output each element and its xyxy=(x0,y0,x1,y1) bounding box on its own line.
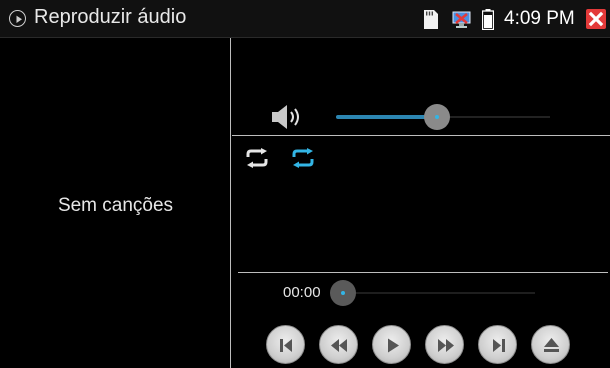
previous-icon xyxy=(280,339,292,352)
play-icon xyxy=(388,338,399,353)
playlist-panel: Sem canções xyxy=(0,38,231,368)
empty-playlist-text: Sem canções xyxy=(57,195,174,216)
rewind-icon xyxy=(331,339,347,352)
fast-forward-icon xyxy=(438,339,454,352)
battery-icon xyxy=(481,9,495,31)
play-button[interactable] xyxy=(372,325,411,364)
sd-card-icon xyxy=(424,10,438,29)
repeat-icon[interactable] xyxy=(244,148,270,168)
play-circle-icon xyxy=(9,10,26,27)
eject-icon xyxy=(544,338,559,352)
repeat-all-icon[interactable] xyxy=(290,148,316,168)
eject-button[interactable] xyxy=(531,325,570,364)
network-disconnected-icon xyxy=(451,11,473,29)
previous-button[interactable] xyxy=(266,325,305,364)
repeat-modes xyxy=(232,136,610,272)
current-time: 00:00 xyxy=(283,284,321,301)
fast-forward-button[interactable] xyxy=(425,325,464,364)
next-button[interactable] xyxy=(478,325,517,364)
volume-section xyxy=(232,38,610,136)
transport-controls xyxy=(266,325,576,365)
clock: 4:09 PM xyxy=(504,8,575,29)
close-icon xyxy=(588,11,604,27)
speaker-icon[interactable] xyxy=(272,104,308,130)
close-button[interactable] xyxy=(586,9,606,29)
next-icon xyxy=(493,339,505,352)
volume-level-fill xyxy=(336,115,437,119)
seek-slider[interactable] xyxy=(330,280,535,306)
title-bar: Reproduzir áudio 4:09 PM xyxy=(0,0,610,38)
volume-slider[interactable] xyxy=(336,104,550,130)
rewind-button[interactable] xyxy=(319,325,358,364)
app-title: Reproduzir áudio xyxy=(34,6,187,28)
seek-slider-handle[interactable] xyxy=(330,280,356,306)
volume-slider-handle[interactable] xyxy=(423,104,450,130)
progress-divider xyxy=(238,272,608,273)
